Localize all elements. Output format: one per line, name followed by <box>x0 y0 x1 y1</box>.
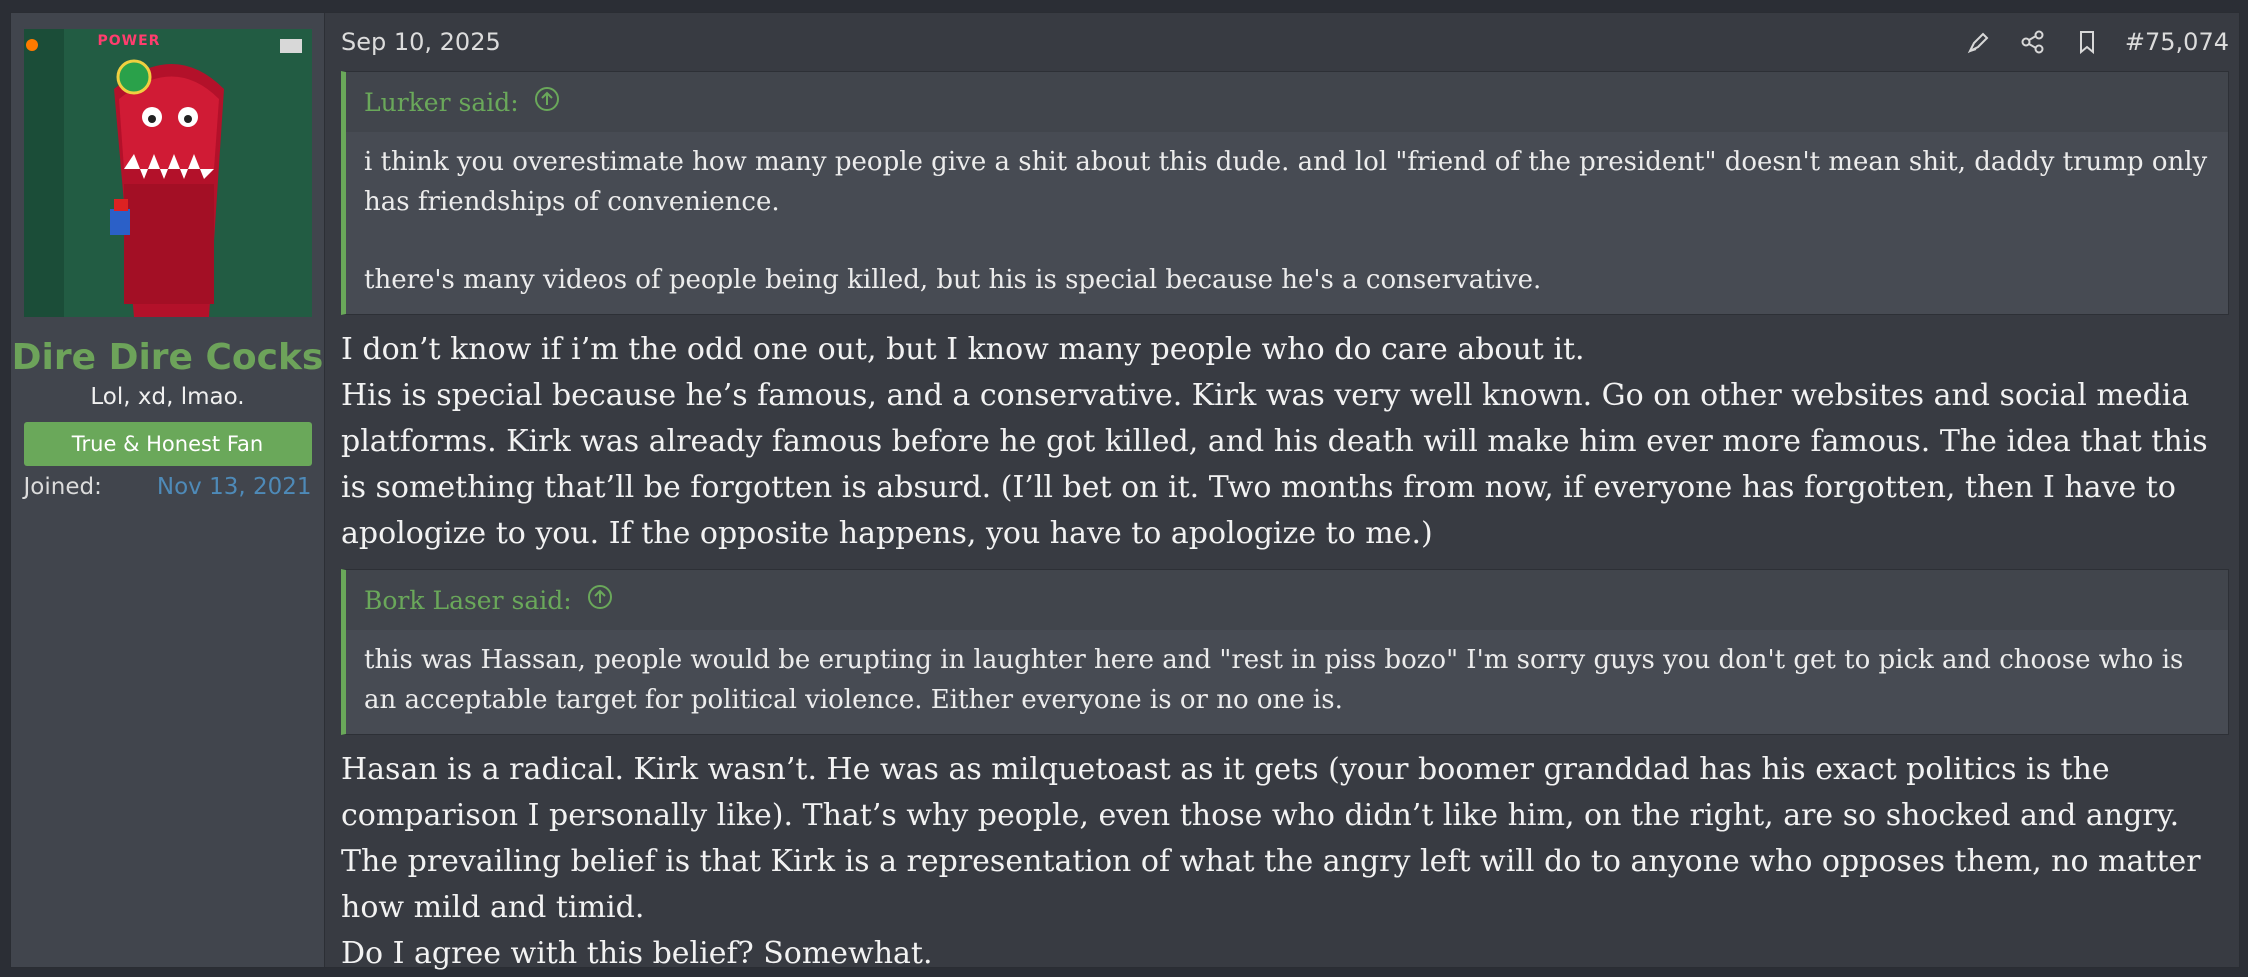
post-date[interactable]: Sep 10, 2025 <box>341 28 501 56</box>
bookmark-icon[interactable] <box>2071 26 2103 58</box>
post-actions: #75,074 <box>1963 26 2229 58</box>
quote-author-1[interactable]: Lurker said: <box>364 88 519 117</box>
post-number[interactable]: #75,074 <box>2125 28 2229 56</box>
reply-text-2: Hasan is a radical. Kirk wasn’t. He was … <box>341 747 2239 977</box>
jump-to-quote-icon[interactable] <box>533 85 561 119</box>
avatar-hud-text: POWER <box>97 33 161 49</box>
reply-paragraph: Do I agree with this belief? Somewhat. <box>341 936 933 971</box>
user-title: Lol, xd, lmao. <box>90 384 245 410</box>
post-header: Sep 10, 2025 #75,074 <box>341 13 2239 71</box>
share-icon[interactable] <box>2017 26 2049 58</box>
reply-paragraph: Hasan is a radical. Kirk wasn’t. He was … <box>341 752 2201 925</box>
quote-paragraph: i think you overestimate how many people… <box>364 147 2208 217</box>
reply-paragraph: His is special because he’s famous, and … <box>341 378 2208 551</box>
user-sidebar: POWER Dire Dire Cocks Lol, xd, lmao. Tru… <box>11 13 325 967</box>
quote-block-1: Lurker said: i think you overestimate ho… <box>341 71 2229 315</box>
avatar[interactable]: POWER <box>23 29 312 317</box>
avatar-image <box>23 29 312 317</box>
joined-row: Joined: Nov 13, 2021 <box>24 474 312 500</box>
username[interactable]: Dire Dire Cocks <box>12 337 324 378</box>
reply-text-1: I don’t know if i’m the odd one out, but… <box>341 327 2239 557</box>
joined-date: Nov 13, 2021 <box>156 474 312 500</box>
forum-post: POWER Dire Dire Cocks Lol, xd, lmao. Tru… <box>10 12 2240 971</box>
quote-header-1: Lurker said: <box>346 72 2228 132</box>
quote-header-2: Bork Laser said: <box>346 570 2228 630</box>
highlight-icon[interactable] <box>1963 26 1995 58</box>
quote-body-2: this was Hassan, people would be eruptin… <box>346 630 2228 734</box>
post-content: Sep 10, 2025 #75,074 Lurker said: i thin… <box>325 13 2239 971</box>
quote-paragraph: this was Hassan, people would be eruptin… <box>364 645 2184 715</box>
jump-to-quote-icon[interactable] <box>586 583 614 617</box>
quote-paragraph: there's many videos of people being kill… <box>364 265 1542 295</box>
user-banner: True & Honest Fan <box>23 422 312 466</box>
joined-label: Joined: <box>23 474 102 500</box>
quote-block-2: Bork Laser said: this was Hassan, people… <box>341 569 2229 735</box>
quote-body-1: i think you overestimate how many people… <box>346 132 2228 314</box>
reply-paragraph: I don’t know if i’m the odd one out, but… <box>341 332 1585 367</box>
quote-author-2[interactable]: Bork Laser said: <box>364 586 572 615</box>
